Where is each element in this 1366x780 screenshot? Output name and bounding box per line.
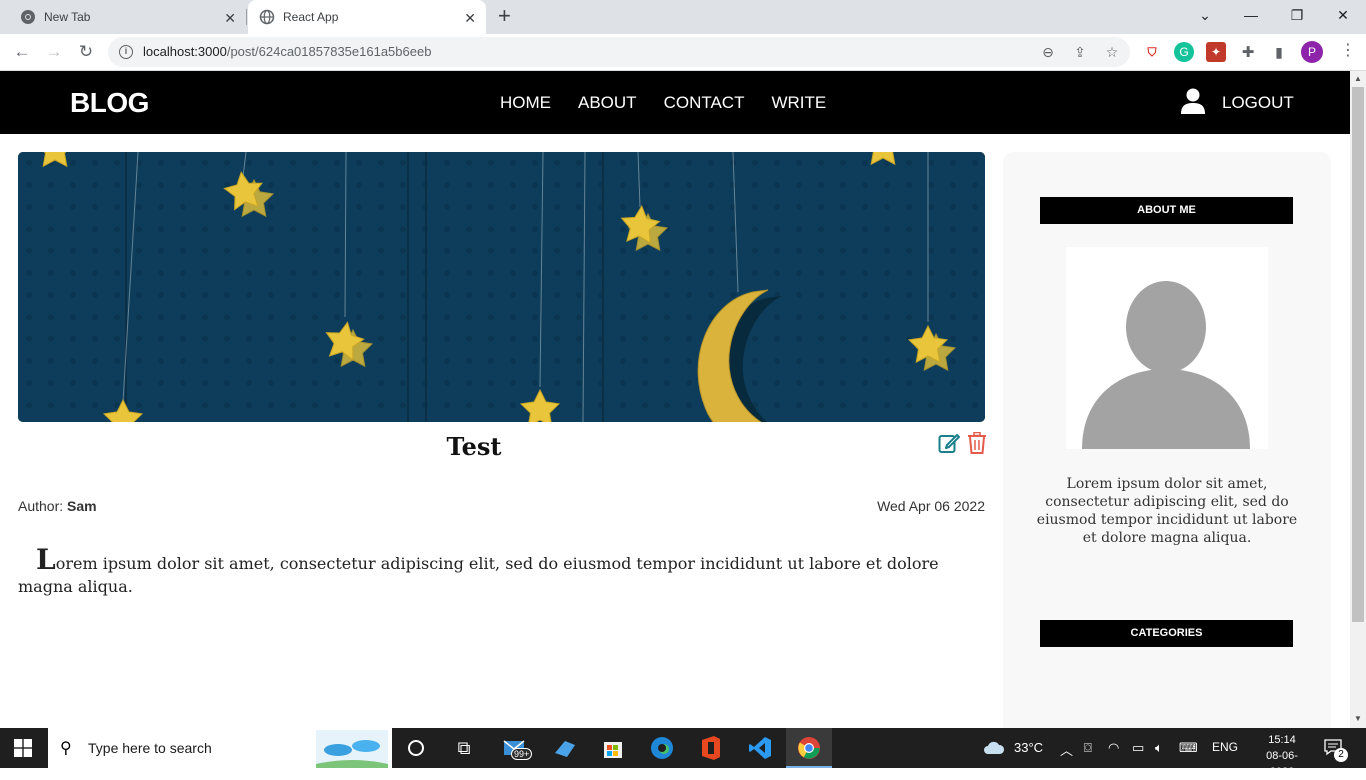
page-viewport: BLOG HOME ABOUT CONTACT WRITE LOGOUT Tes… <box>0 71 1350 728</box>
chrome-icon <box>21 10 35 24</box>
sidebar: ABOUT ME Lorem ipsum dolor sit amet, con… <box>1003 152 1331 728</box>
globe-icon <box>259 9 275 25</box>
post-title: Test <box>446 432 502 461</box>
mail-badge: 99+ <box>511 748 533 760</box>
chrome-taskbar-active[interactable] <box>786 728 832 768</box>
post-body-text: orem ipsum dolor sit amet, consectetur a… <box>18 554 939 596</box>
tab-new-tab[interactable]: New Tab ✕ <box>0 0 246 34</box>
battery-icon[interactable]: ▭ <box>1132 740 1144 756</box>
author-name[interactable]: Sam <box>67 498 97 514</box>
search-icon: ⚲ <box>60 740 72 757</box>
user-icon[interactable] <box>1181 88 1205 114</box>
url-path: /post/624ca01857835e161a5b6eeb <box>226 44 432 59</box>
menu-write-link[interactable]: WRITE <box>771 93 826 113</box>
grammarly-icon[interactable]: G <box>1174 42 1194 62</box>
vscode-icon[interactable] <box>746 734 774 762</box>
volume-icon[interactable]: 🔈︎ <box>1155 740 1163 756</box>
extension-shield-icon[interactable]: ⛉ <box>1142 42 1162 62</box>
site-info-icon[interactable]: i <box>119 45 133 59</box>
address-bar[interactable]: i localhost:3000/post/624ca01857835e161a… <box>108 37 1130 67</box>
tab-title: New Tab <box>44 10 91 24</box>
dolphins-search-highlight-icon <box>316 730 388 768</box>
windows-start-icon[interactable] <box>14 739 32 757</box>
about-me-heading: ABOUT ME <box>1040 197 1293 224</box>
clock-time: 15:14 <box>1268 734 1296 746</box>
input-language[interactable]: ENG <box>1212 740 1238 754</box>
office-icon[interactable] <box>697 734 725 762</box>
weather-cloud-icon[interactable] <box>983 740 1005 756</box>
close-tab-icon[interactable]: ✕ <box>224 10 236 27</box>
side-panel-icon[interactable]: ▮ <box>1269 42 1289 62</box>
single-post: Test Author: Sam Wed Apr 06 2022 Lorem i… <box>18 152 986 596</box>
post-dropcap: L <box>36 543 56 576</box>
chrome-menu-icon[interactable]: ⋮ <box>1340 40 1356 60</box>
cortana-icon[interactable] <box>402 734 430 762</box>
edge-icon[interactable] <box>648 734 676 762</box>
avatar <box>1066 247 1268 449</box>
author-label: Author: <box>18 498 68 514</box>
back-arrow-icon[interactable]: ← <box>10 40 34 64</box>
logout-link[interactable]: LOGOUT <box>1222 93 1294 113</box>
night-sky-illustration <box>18 152 985 422</box>
browser-tab-strip: New Tab ✕ React App ✕ + ⌄ — ❐ ✕ <box>0 0 1366 34</box>
scroll-down-arrow-icon[interactable]: ▼ <box>1354 714 1362 723</box>
system-clock[interactable]: 15:14 08-06-2022 <box>1257 732 1307 780</box>
mail-icon[interactable]: 99+ <box>501 734 533 762</box>
menu-home-link[interactable]: HOME <box>500 93 551 113</box>
post-date: Wed Apr 06 2022 <box>877 498 985 514</box>
weather-temperature[interactable]: 33°C <box>1014 740 1043 755</box>
keyboard-icon[interactable]: ⌨ <box>1179 740 1198 756</box>
page-scrollbar[interactable]: ▲ ▼ <box>1350 71 1366 728</box>
scrollbar-thumb[interactable] <box>1352 87 1364 622</box>
tab-divider <box>246 9 247 25</box>
menu-about-link[interactable]: ABOUT <box>578 93 637 113</box>
close-window-icon[interactable]: ✕ <box>1320 0 1366 30</box>
taskbar-search-box[interactable]: ⚲ Type here to search <box>48 728 392 768</box>
microsoft-store-icon[interactable] <box>599 734 627 762</box>
post-body: Lorem ipsum dolor sit amet, consectetur … <box>18 546 985 598</box>
url-text[interactable]: localhost:3000/post/624ca01857835e161a5b… <box>143 44 431 59</box>
chrome-taskbar-icon <box>798 737 820 759</box>
categories-heading: CATEGORIES <box>1040 620 1293 647</box>
default-user-avatar-icon <box>1082 281 1250 449</box>
bookmark-star-icon[interactable]: ☆ <box>1103 43 1121 61</box>
scroll-up-arrow-icon[interactable]: ▲ <box>1354 74 1362 83</box>
extensions-puzzle-icon[interactable]: ✚ <box>1238 42 1258 62</box>
meet-now-icon[interactable]: ⌼ <box>1084 740 1092 756</box>
app-icon-blue[interactable] <box>551 734 579 762</box>
extension-red-icon[interactable]: ✦ <box>1206 42 1226 62</box>
url-host: localhost:3000 <box>143 44 227 59</box>
tab-search-chevron-icon[interactable]: ⌄ <box>1182 0 1228 30</box>
clock-date: 08-06-2022 <box>1266 750 1298 778</box>
profile-avatar[interactable]: P <box>1301 41 1323 63</box>
tab-react-app[interactable]: React App ✕ <box>248 0 486 34</box>
minimize-icon[interactable]: — <box>1228 0 1274 30</box>
notification-count-badge: 2 <box>1334 748 1348 762</box>
taskbar-search-placeholder: Type here to search <box>88 740 212 756</box>
main-menu: HOME ABOUT CONTACT WRITE <box>500 93 826 113</box>
new-tab-plus-icon[interactable]: + <box>498 5 511 27</box>
reload-icon[interactable]: ↻ <box>74 40 98 64</box>
show-hidden-icons-chevron-icon[interactable]: ︿ <box>1060 740 1073 759</box>
site-logo[interactable]: BLOG <box>70 87 149 119</box>
forward-arrow-icon[interactable]: → <box>42 40 66 64</box>
close-tab-icon[interactable]: ✕ <box>464 10 476 27</box>
share-icon[interactable]: ⇪ <box>1071 43 1089 61</box>
task-view-icon[interactable]: ⧉ <box>450 734 478 762</box>
zoom-icon[interactable]: ⊖ <box>1039 43 1057 61</box>
windows-taskbar: ⚲ Type here to search ⧉ 99+ 33°C ︿ ⌼ ◠ ▭… <box>0 728 1366 778</box>
restore-icon[interactable]: ❐ <box>1274 0 1320 30</box>
about-me-text: Lorem ipsum dolor sit amet, consectetur … <box>1036 476 1298 546</box>
menu-contact-link[interactable]: CONTACT <box>664 93 745 113</box>
tab-title: React App <box>283 10 339 24</box>
post-cover-image <box>18 152 985 422</box>
trash-icon[interactable] <box>967 432 987 454</box>
edit-icon[interactable] <box>938 432 960 454</box>
wifi-icon[interactable]: ◠ <box>1108 740 1119 756</box>
site-top-bar: BLOG HOME ABOUT CONTACT WRITE LOGOUT <box>0 71 1350 134</box>
post-meta: Author: Sam Wed Apr 06 2022 <box>18 498 985 514</box>
